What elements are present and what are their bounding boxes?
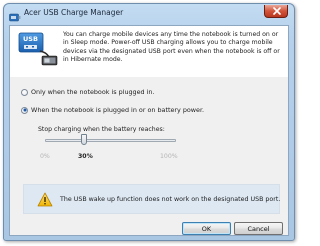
option-plugged-in-only-label: Only when the notebook is plugged in.	[31, 88, 155, 96]
warning-text: The USB wake up function does not work o…	[60, 196, 281, 203]
warning-icon	[37, 192, 53, 207]
slider-min-label: 0%	[40, 153, 50, 160]
radio-plugged-or-battery[interactable]	[21, 106, 28, 114]
window-title: Acer USB Charge Manager	[24, 8, 124, 17]
dialog-content: USB You can charge mobile devices any ti…	[9, 25, 289, 236]
description-text: You can charge mobile devices any time t…	[63, 31, 280, 63]
battery-slider-thumb[interactable]	[81, 134, 88, 145]
dialog-window: Acer USB Charge Manager USB You can char…	[3, 3, 295, 241]
close-icon	[273, 7, 281, 15]
slider-value-label: 30%	[78, 153, 93, 160]
stop-charging-label: Stop charging when the battery reaches:	[38, 126, 165, 133]
radio-plugged-in-only[interactable]	[21, 88, 28, 96]
option-plugged-in-only[interactable]: Only when the notebook is plugged in.	[21, 88, 155, 96]
title-bar[interactable]: Acer USB Charge Manager	[4, 4, 294, 26]
ok-button[interactable]: OK	[182, 222, 231, 235]
usb-icon-text: USB	[23, 35, 38, 43]
option-plugged-or-battery[interactable]: When the notebook is plugged in or on ba…	[21, 106, 204, 114]
warning-panel: The USB wake up function does not work o…	[23, 184, 280, 214]
info-header: USB You can charge mobile devices any ti…	[10, 26, 288, 77]
close-button[interactable]	[264, 5, 288, 18]
slider-max-label: 100%	[160, 153, 178, 160]
battery-slider-track[interactable]	[45, 139, 176, 142]
usb-app-icon	[9, 9, 21, 22]
option-plugged-or-battery-label: When the notebook is plugged in or on ba…	[31, 106, 205, 114]
usb-charging-icon: USB	[18, 31, 60, 69]
cancel-button[interactable]: Cancel	[234, 222, 283, 235]
